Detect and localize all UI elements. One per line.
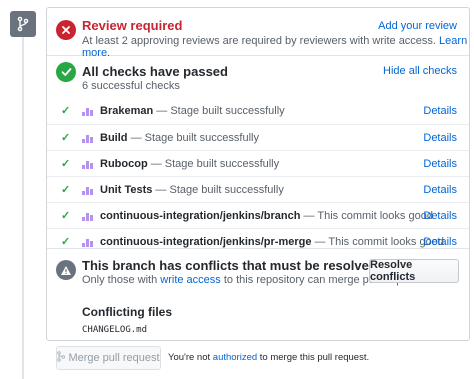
- git-merge-icon: [57, 351, 66, 365]
- checks-title: All checks have passed: [82, 64, 228, 79]
- merge-pull-request-button[interactable]: Merge pull request: [56, 346, 161, 370]
- review-subtitle-text: At least 2 approving reviews are require…: [82, 35, 436, 47]
- check-icon: ✓: [61, 158, 71, 170]
- check-row-rubocop: ✓ Rubocop — Stage built successfully Det…: [47, 150, 469, 176]
- merge-note-post: to merge this pull request.: [259, 352, 370, 363]
- check-name: Unit Tests: [100, 184, 153, 196]
- check-row-build: ✓ Build — Stage built successfully Detai…: [47, 124, 469, 150]
- hide-all-checks-link[interactable]: Hide all checks: [383, 65, 457, 77]
- check-circle-icon: [56, 62, 76, 82]
- merge-row: Merge pull request You're not authorized…: [56, 346, 466, 370]
- review-subtitle: At least 2 approving reviews are require…: [82, 35, 469, 59]
- timeline-line: [22, 37, 24, 379]
- check-label: Rubocop — Stage built successfully: [100, 158, 279, 170]
- check-label: continuous-integration/jenkins/branch — …: [100, 210, 433, 222]
- resolve-conflicts-button[interactable]: Resolve conflicts: [369, 259, 459, 283]
- check-row-brakeman: ✓ Brakeman — Stage built successfully De…: [47, 98, 469, 124]
- check-icon: ✓: [61, 132, 71, 144]
- ci-logo-icon: [82, 106, 94, 116]
- check-label: continuous-integration/jenkins/pr-merge …: [100, 236, 444, 248]
- check-name: continuous-integration/jenkins/branch: [100, 210, 301, 222]
- check-icon: ✓: [61, 184, 71, 196]
- conflicts-subtitle-pre: Only those with: [82, 274, 158, 286]
- check-description: — Stage built successfully: [156, 105, 285, 117]
- ci-logo-icon: [82, 159, 94, 169]
- conflicts-title: This branch has conflicts that must be r…: [82, 258, 377, 273]
- merge-note: You're not authorized to merge this pull…: [168, 352, 369, 363]
- checks-list: ✓ Brakeman — Stage built successfully De…: [47, 98, 469, 254]
- write-access-link[interactable]: write access: [160, 274, 221, 286]
- conflicting-files-title: Conflicting files: [82, 305, 172, 319]
- check-row-unit-tests: ✓ Unit Tests — Stage built successfully …: [47, 176, 469, 202]
- check-icon: ✓: [61, 210, 71, 222]
- details-link[interactable]: Details: [423, 184, 457, 196]
- details-link[interactable]: Details: [423, 210, 457, 222]
- authorized-link[interactable]: authorized: [213, 352, 257, 363]
- merge-button-label: Merge pull request: [68, 352, 160, 364]
- check-label: Build — Stage built successfully: [100, 132, 259, 144]
- merge-note-pre: You're not: [168, 352, 211, 363]
- ci-logo-icon: [82, 185, 94, 195]
- check-description: — Stage built successfully: [155, 184, 284, 196]
- ci-logo-icon: [82, 211, 94, 221]
- x-circle-icon: [56, 20, 76, 40]
- check-description: — Stage built successfully: [150, 158, 280, 170]
- check-name: continuous-integration/jenkins/pr-merge: [100, 236, 312, 248]
- details-link[interactable]: Details: [423, 158, 457, 170]
- details-link[interactable]: Details: [423, 105, 457, 117]
- ci-logo-icon: [82, 237, 94, 247]
- check-name: Build: [100, 132, 128, 144]
- check-description: — This commit looks good: [303, 210, 433, 222]
- ci-logo-icon: [82, 133, 94, 143]
- details-link[interactable]: Details: [423, 132, 457, 144]
- review-section: Review required At least 2 approving rev…: [47, 8, 469, 59]
- check-icon: ✓: [61, 236, 71, 248]
- conflicting-file: CHANGELOG.md: [82, 325, 148, 335]
- add-review-link[interactable]: Add your review: [378, 20, 457, 32]
- alert-icon: [56, 260, 76, 280]
- check-name: Rubocop: [100, 158, 148, 170]
- merge-status-box: Review required At least 2 approving rev…: [46, 7, 470, 341]
- check-row-jenkins-branch: ✓ continuous-integration/jenkins/branch …: [47, 202, 469, 228]
- conflicts-section: This branch has conflicts that must be r…: [47, 248, 469, 340]
- check-icon: ✓: [61, 105, 71, 117]
- check-label: Brakeman — Stage built successfully: [100, 105, 285, 117]
- check-name: Brakeman: [100, 105, 154, 117]
- checks-subtitle: 6 successful checks: [82, 80, 180, 92]
- git-branch-icon: [10, 11, 36, 37]
- details-link[interactable]: Details: [423, 236, 457, 248]
- review-title: Review required: [82, 18, 183, 33]
- check-description: — Stage built successfully: [130, 132, 259, 144]
- check-label: Unit Tests — Stage built successfully: [100, 184, 284, 196]
